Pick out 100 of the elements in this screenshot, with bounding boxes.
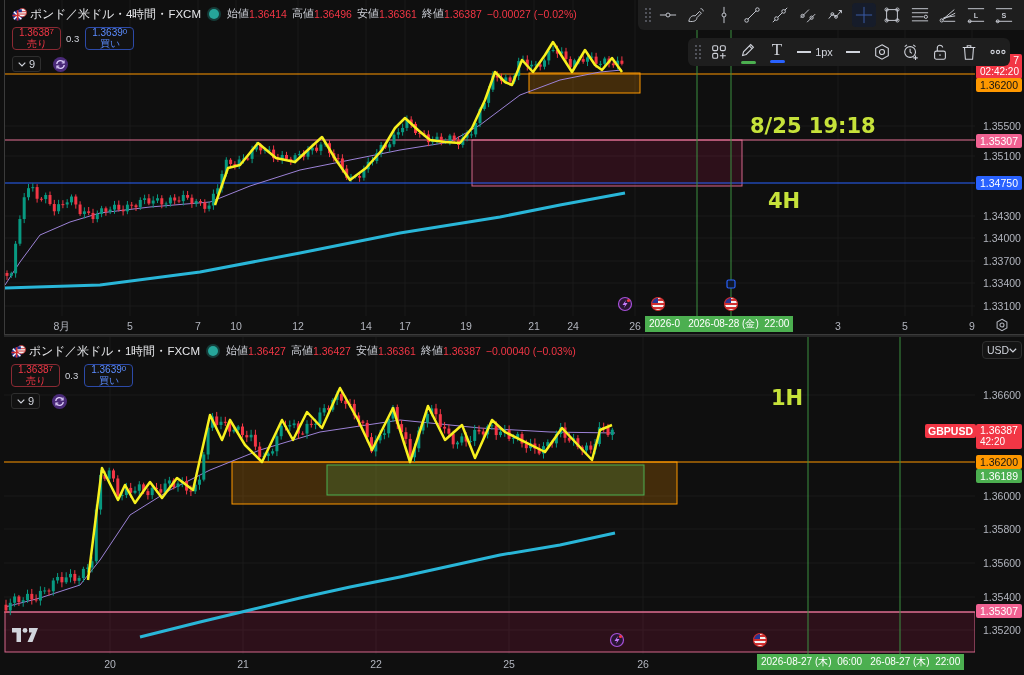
parallel-lines-icon [799, 6, 817, 24]
drag-handle-icon[interactable] [645, 8, 651, 22]
ohlc-value: 1.36427 [312, 345, 351, 357]
flag-icon [12, 6, 27, 22]
price-tick: 1.35100 [983, 149, 1021, 163]
price-tick: 1.34000 [983, 231, 1021, 245]
buy-button[interactable]: 1.3639$^{0}$ 買い [85, 27, 135, 50]
stacked-lines-icon [911, 6, 929, 24]
price-tag: 1.36200 [976, 455, 1022, 469]
chart-annotation: 4H [768, 188, 801, 214]
trash-icon [960, 43, 978, 61]
symbol-tag: GBPUSD [925, 424, 976, 438]
time-label: 10 [230, 319, 242, 333]
price-tag: 1.35307 [976, 134, 1022, 148]
time-label: 22 [370, 657, 382, 671]
price-tag: 1.35307 [976, 604, 1022, 618]
price-change: −0.00027 (−0.02%) [486, 8, 577, 20]
ray-icon [771, 6, 789, 24]
logo-icon[interactable] [12, 628, 38, 642]
price-tick: 1.33400 [983, 276, 1021, 290]
lightning-icon[interactable] [609, 632, 625, 648]
ohlc-label: 高値 [291, 7, 314, 21]
ohlc-label: 始値 [226, 344, 248, 358]
flag-icon[interactable] [752, 632, 768, 648]
price-change: −0.00040 (−0.03%) [485, 345, 576, 357]
price-tick: 1.34300 [983, 209, 1021, 223]
symbol-title[interactable]: ポンド／米ドル・1時間・FXCM [29, 343, 200, 359]
price-tick: 1.35800 [983, 522, 1021, 536]
time-tag: 2026-0 [645, 316, 685, 332]
time-tag: 26-08-27 (木) 22:00 [866, 654, 965, 670]
time-tag: 2026-08-27 (木) 06:00 [757, 654, 867, 670]
time-tag: 2026-08-28 (金) 22:00 [684, 316, 794, 332]
time-label: 21 [237, 657, 249, 671]
price-tick: 1.36600 [983, 388, 1021, 402]
line-icon [846, 51, 860, 53]
price-tag: 1.36200 [976, 78, 1022, 92]
chevron-down-icon [1009, 347, 1017, 353]
flag-icon[interactable] [723, 296, 739, 312]
crosshair-icon [855, 6, 873, 24]
ohlc-label: 始値 [227, 7, 249, 21]
time-label: 19 [460, 319, 472, 333]
buy-button[interactable]: 1.3639$^{0}$ 買い [84, 364, 134, 387]
price-label: 1.36387 [980, 424, 1018, 436]
trend-line-icon [743, 6, 761, 24]
time-label: 9 [969, 319, 975, 333]
line-width-button[interactable]: 1px [794, 40, 836, 64]
symbol-title[interactable]: ポンド／米ドル・4時間・FXCM [30, 6, 201, 22]
square-icon [883, 6, 901, 24]
time-label: 5 [127, 319, 133, 333]
price-tick: 1.35200 [983, 623, 1021, 637]
sell-button[interactable]: 1.3638$^{7}$ 売り [11, 364, 60, 387]
spread-value: 0.3 [65, 370, 79, 381]
time-label: 8月 [53, 319, 71, 333]
price-tick: 1.36000 [983, 489, 1021, 503]
square-marker-icon[interactable] [726, 279, 736, 289]
spread-value: 0.3 [66, 33, 80, 44]
ohlc-label: 終値 [421, 7, 444, 21]
ohlc-label: 終値 [420, 344, 443, 358]
ohlc-value: 1.36427 [248, 345, 286, 357]
time-label: 7 [195, 319, 201, 333]
ohlc-value: 1.36361 [377, 345, 416, 357]
ohlc-label: 高値 [290, 344, 313, 358]
indicators-button[interactable]: 9 [12, 56, 42, 72]
text-color-button[interactable]: T [765, 40, 789, 64]
price-tick: 1.33100 [983, 299, 1021, 313]
chevron-down-icon [17, 398, 25, 404]
price-tag: 1.36189 [976, 469, 1022, 483]
countdown-label: 42:20 [980, 436, 1006, 448]
ohlc-label: 安値 [355, 344, 378, 358]
ohlc-value: 1.36387 [442, 345, 481, 357]
time-label: 21 [528, 319, 540, 333]
time-label: 5 [902, 319, 908, 333]
settings-icon[interactable] [994, 318, 1009, 332]
sync-icon[interactable] [52, 393, 68, 409]
countdown-label: 02:42:20 [980, 66, 1019, 78]
chevron-down-icon [18, 61, 26, 67]
grid-plus-icon [710, 43, 728, 61]
brush-icon [687, 6, 705, 24]
time-label: 26 [629, 319, 641, 333]
line-icon [797, 51, 812, 53]
indicators-button[interactable]: 9 [11, 393, 41, 409]
sell-button[interactable]: 1.3638$^{7}$ 売り [12, 27, 61, 50]
chart-annotation: 8/25 19:18 [750, 113, 876, 139]
ohlc-value: 1.36387 [443, 8, 482, 20]
ohlc-label: 安値 [356, 7, 379, 21]
sync-icon[interactable] [53, 56, 69, 72]
lightning-icon[interactable] [617, 296, 633, 312]
time-label: 20 [104, 657, 116, 671]
time-label: 25 [503, 657, 515, 671]
currency-dropdown[interactable]: USD [982, 341, 1022, 359]
price-tick: 1.35600 [983, 556, 1021, 570]
time-label: 24 [567, 319, 579, 333]
unlocked-padlock-icon [931, 43, 949, 61]
price-tick: 1.33700 [983, 254, 1021, 268]
drag-handle-icon[interactable] [695, 45, 701, 59]
flag-icon[interactable] [650, 296, 666, 312]
ohlc-value: 1.36361 [378, 8, 417, 20]
chart-annotation: 1H [771, 385, 804, 411]
alarm-clock-icon [902, 43, 920, 61]
settings-icon [873, 43, 891, 61]
